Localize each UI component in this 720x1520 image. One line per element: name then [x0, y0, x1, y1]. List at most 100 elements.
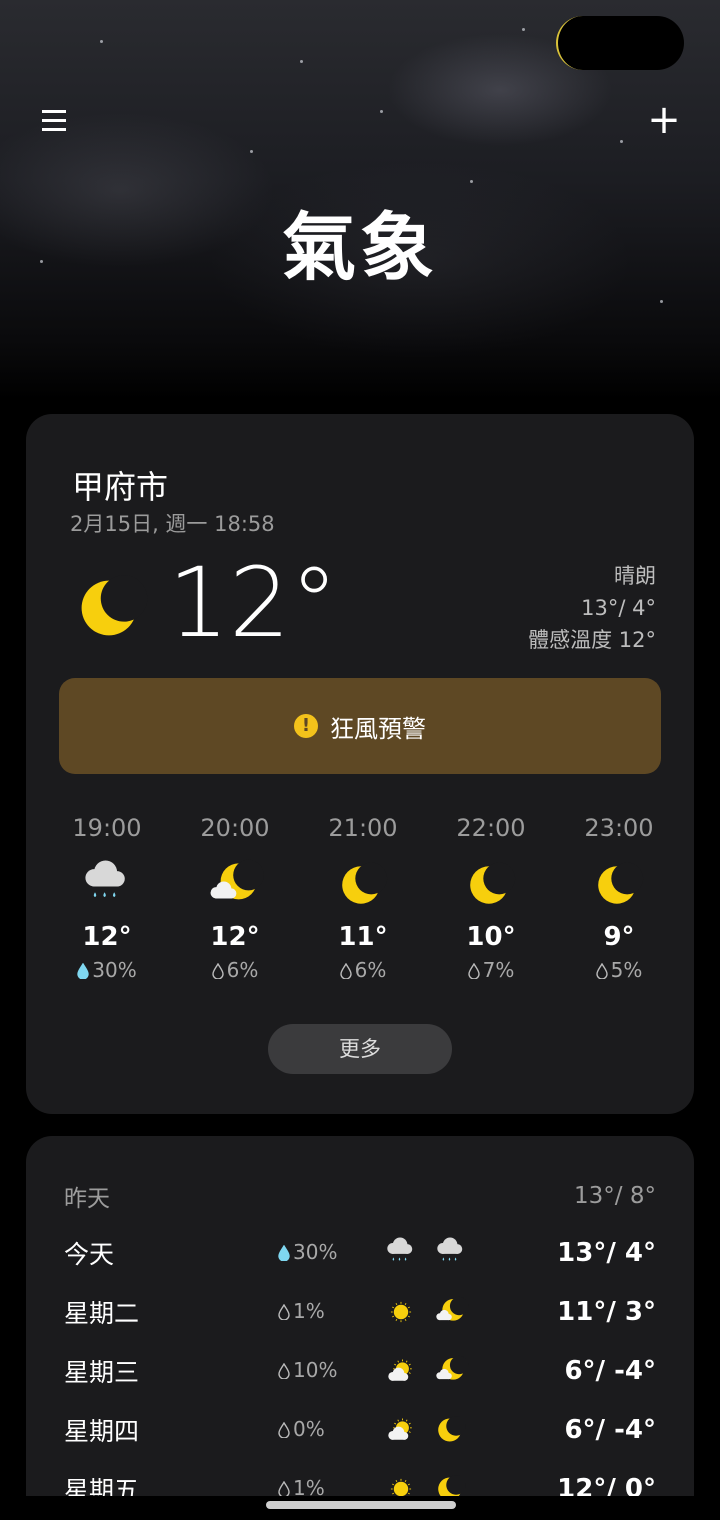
cloud-rain-icon: [426, 1234, 476, 1272]
star: [522, 28, 525, 31]
day-precip: 1%: [278, 1299, 376, 1325]
moon-cloud-icon: [426, 1294, 476, 1330]
daily-row[interactable]: 星期四 0% 6°/ -4°: [64, 1410, 656, 1450]
drop-icon: [467, 960, 480, 984]
hourly-forecast[interactable]: 19:00 12° 30% 20:00 12° 6% 21:00 11° 6% …: [43, 814, 683, 984]
hour-temp: 12°: [82, 922, 132, 952]
day-label: 星期四: [64, 1417, 140, 1446]
drop-icon: [278, 1242, 290, 1266]
city-name: 甲府市: [72, 468, 169, 506]
current-weather-card[interactable]: 甲府市 2月15日, 週一 18:58 12° 晴朗 13°/ 4° 體感溫度 …: [26, 414, 694, 1114]
sun-icon: [376, 1471, 426, 1496]
more-button[interactable]: 更多: [268, 1024, 452, 1074]
moon-icon: [299, 848, 427, 922]
day-precip: 10%: [278, 1358, 376, 1384]
condition-block: 晴朗 13°/ 4° 體感溫度 12°: [528, 560, 656, 656]
day-label: 今天: [64, 1240, 115, 1269]
hour-precip: 6%: [171, 958, 299, 984]
wind-warning-banner[interactable]: ! 狂風預警: [59, 678, 661, 774]
menu-icon-line: [42, 128, 66, 131]
sun-cloud-icon: [376, 1353, 426, 1389]
day-precip: 0%: [278, 1417, 376, 1443]
hour-precip: 6%: [299, 958, 427, 984]
day-label: 星期三: [64, 1358, 140, 1387]
day-temp: 6°/ -4°: [564, 1356, 656, 1386]
moon-cloud-icon: [171, 848, 299, 922]
drop-icon: [278, 1419, 290, 1443]
daily-row-yesterday: 昨天 13°/ 8°: [64, 1176, 656, 1216]
day-icons: [376, 1294, 476, 1330]
moon-cloud-icon: [426, 1353, 476, 1389]
day-icons: [376, 1234, 476, 1272]
drop-icon: [77, 960, 89, 984]
hour-item: 21:00 11° 6%: [299, 814, 427, 984]
day-temp: 12°/ 0°: [557, 1474, 656, 1496]
hour-temp: 11°: [338, 922, 388, 952]
hour-time: 22:00: [456, 814, 526, 842]
day-temp: 6°/ -4°: [564, 1415, 656, 1445]
home-indicator[interactable]: [266, 1501, 456, 1509]
day-icons: [376, 1353, 476, 1389]
drop-icon: [595, 960, 608, 984]
star: [660, 300, 663, 303]
drop-icon: [211, 960, 224, 984]
moon-icon: [555, 848, 683, 922]
menu-icon-line: [42, 110, 66, 113]
day-precip: 1%: [278, 1476, 376, 1496]
hour-time: 21:00: [328, 814, 398, 842]
day-temp: 11°/ 3°: [557, 1297, 656, 1327]
moon-icon: [426, 1414, 476, 1446]
high-low-temp: 13°/ 4°: [581, 596, 656, 620]
moon-icon: [427, 848, 555, 922]
day-icons: [376, 1471, 476, 1496]
hour-temp: 9°: [603, 922, 635, 952]
daily-row[interactable]: 星期二 1% 11°/ 3°: [64, 1292, 656, 1332]
daily-row[interactable]: 星期五 1% 12°/ 0°: [64, 1469, 656, 1496]
hour-precip: 7%: [427, 958, 555, 984]
day-icons: [376, 1412, 476, 1448]
date-time: 2月15日, 週一 18:58: [70, 512, 275, 536]
moon-icon: [74, 570, 150, 646]
camera-pill: [556, 16, 684, 70]
cloud-rain-icon: [43, 848, 171, 922]
star: [300, 60, 303, 63]
moon-icon: [426, 1473, 476, 1496]
drop-icon: [278, 1360, 290, 1384]
star: [620, 140, 623, 143]
hour-temp: 10°: [466, 922, 516, 952]
hour-time: 19:00: [72, 814, 142, 842]
condition-text: 晴朗: [614, 564, 656, 588]
drop-icon: [339, 960, 352, 984]
hour-item: 20:00 12° 6%: [171, 814, 299, 984]
star: [380, 110, 383, 113]
day-label: 星期二: [64, 1299, 140, 1328]
drop-icon: [278, 1478, 290, 1496]
daily-forecast-card[interactable]: 昨天 13°/ 8° 今天 30% 13°/ 4° 星期二 1% 11°/ 3°…: [26, 1136, 694, 1496]
hour-item: 23:00 9° 5%: [555, 814, 683, 984]
menu-icon-line: [42, 119, 66, 122]
warning-icon: !: [294, 714, 318, 738]
cloud-rain-icon: [376, 1234, 426, 1272]
hour-precip: 5%: [555, 958, 683, 984]
warning-text: 狂風預警: [330, 714, 426, 743]
day-precip: 30%: [278, 1240, 376, 1266]
day-temp: 13°/ 8°: [574, 1183, 656, 1209]
hour-time: 20:00: [200, 814, 270, 842]
page-title: 氣象: [282, 205, 438, 291]
sun-icon: [376, 1294, 426, 1330]
sun-cloud-icon: [376, 1412, 426, 1448]
day-label: 星期五: [64, 1476, 140, 1496]
hour-time: 23:00: [584, 814, 654, 842]
star: [100, 40, 103, 43]
daily-row[interactable]: 今天 30% 13°/ 4°: [64, 1233, 656, 1273]
feels-like: 體感溫度 12°: [528, 628, 656, 652]
menu-button[interactable]: [40, 104, 72, 140]
hour-item: 19:00 12° 30%: [43, 814, 171, 984]
add-location-button[interactable]: +: [644, 100, 684, 140]
star: [250, 150, 253, 153]
daily-row[interactable]: 星期三 10% 6°/ -4°: [64, 1351, 656, 1391]
star: [470, 180, 473, 183]
hour-item: 22:00 10° 7%: [427, 814, 555, 984]
day-label: 昨天: [64, 1186, 110, 1212]
day-temp: 13°/ 4°: [557, 1238, 656, 1268]
